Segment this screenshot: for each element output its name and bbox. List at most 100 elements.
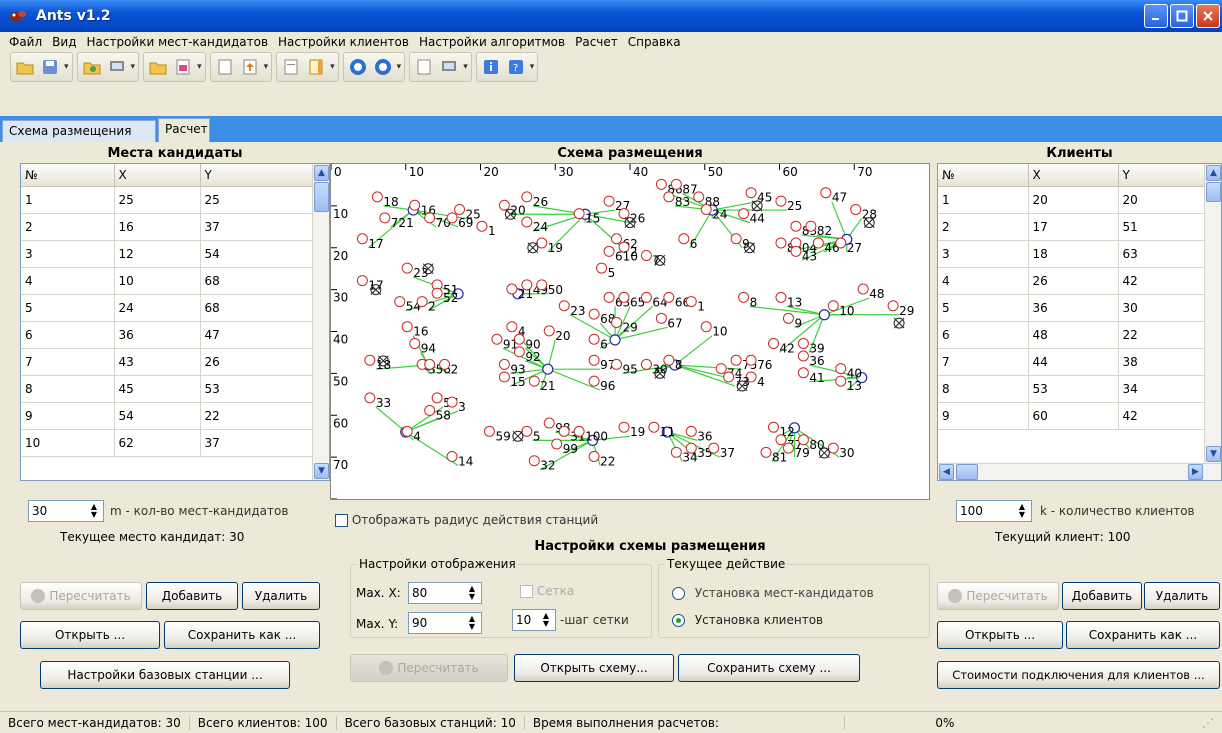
table-cell[interactable]: 47: [200, 321, 314, 349]
table-row[interactable]: 3 18 63: [938, 240, 1206, 268]
base-stations-settings-button[interactable]: Настройки базовых станции ...: [40, 661, 290, 689]
table-cell[interactable]: 54: [200, 240, 314, 268]
table-row[interactable]: 9 60 42: [938, 402, 1206, 430]
info-button[interactable]: [480, 56, 502, 78]
candidates-scrollbar[interactable]: ▲ ▼: [312, 164, 329, 480]
clients-add-button[interactable]: Добавить: [1062, 582, 1142, 610]
table-cell[interactable]: 48: [1028, 321, 1119, 349]
save-button[interactable]: [39, 56, 61, 78]
clients-recalc-button[interactable]: Пересчитать: [937, 582, 1059, 610]
candidates-count-input[interactable]: 30 ▲ ▼: [28, 500, 104, 522]
show-radius-checkbox[interactable]: Отображать радиус действия станций: [335, 513, 598, 527]
clients-vscrollbar[interactable]: ▲ ▼: [1204, 164, 1221, 463]
import-button[interactable]: [214, 56, 236, 78]
column-header-number[interactable]: №: [938, 164, 1029, 187]
table-cell[interactable]: 45: [114, 375, 201, 403]
scheme-plot[interactable]: 0102030405060701020304050607080181625721…: [331, 164, 929, 499]
column-header-x[interactable]: X: [1028, 164, 1119, 187]
dropdown-arrow-icon[interactable]: ▾: [64, 62, 69, 72]
column-header-y[interactable]: Y: [1118, 164, 1206, 187]
table-cell[interactable]: 5: [21, 294, 115, 322]
scroll-thumb[interactable]: [1206, 182, 1221, 202]
candidates-save-as-button[interactable]: Сохранить как ...: [164, 621, 320, 649]
table-cell[interactable]: 38: [1118, 348, 1206, 376]
table-row[interactable]: 4 26 42: [938, 267, 1206, 295]
radio-icon[interactable]: [672, 587, 685, 600]
candidates-grid[interactable]: № X Y 1 25 25 2 16 37 3 12 54 4 10 68 5 24 68 6 36 47 7 43 2…: [20, 163, 330, 481]
table-row[interactable]: 5 36 30: [938, 294, 1206, 322]
table-cell[interactable]: 18: [1028, 240, 1119, 268]
scroll-thumb[interactable]: [314, 182, 329, 212]
table-row[interactable]: 2 16 37: [21, 213, 314, 241]
menu-calculation[interactable]: Расчет: [570, 35, 623, 49]
scroll-thumb[interactable]: [956, 464, 978, 480]
max-y-input[interactable]: 90 ▲ ▼: [408, 612, 482, 634]
column-header-y[interactable]: Y: [200, 164, 314, 187]
resize-grip-icon[interactable]: ⋰: [1194, 716, 1222, 730]
table-cell[interactable]: 9: [21, 402, 115, 430]
placement-scheme-canvas[interactable]: 0102030405060701020304050607080181625721…: [330, 163, 930, 500]
candidates-delete-button[interactable]: Удалить: [242, 582, 320, 610]
table-cell[interactable]: 10: [114, 267, 201, 295]
clients-delete-button[interactable]: Удалить: [1144, 582, 1220, 610]
column-header-x[interactable]: X: [114, 164, 201, 187]
table-cell[interactable]: 5: [938, 294, 1029, 322]
grid-checkbox[interactable]: Сетка: [520, 584, 574, 598]
stop-button[interactable]: [372, 56, 394, 78]
table-cell[interactable]: 54: [114, 402, 201, 430]
table-row[interactable]: 8 53 34: [938, 375, 1206, 403]
table-row[interactable]: 5 24 68: [21, 294, 314, 322]
scroll-up-icon[interactable]: ▲: [314, 165, 329, 181]
report-button[interactable]: [305, 56, 327, 78]
table-cell[interactable]: 20: [1028, 186, 1119, 214]
dropdown-arrow-icon[interactable]: ▾: [131, 62, 136, 72]
clients-grid[interactable]: № X Y 1 20 20 2 17 51 3 18 63 4 26 42 5 36 30 6 48 22 7 44 3…: [937, 163, 1222, 481]
table-cell[interactable]: 17: [1028, 213, 1119, 241]
open-folder-button[interactable]: [14, 56, 36, 78]
candidates-open-button[interactable]: Открыть ...: [20, 621, 160, 649]
table-row[interactable]: 7 43 26: [21, 348, 314, 376]
clients-save-as-button[interactable]: Сохранить как ...: [1066, 621, 1220, 649]
table-cell[interactable]: 22: [1118, 321, 1206, 349]
table-cell[interactable]: 6: [938, 321, 1029, 349]
scroll-down-icon[interactable]: ▼: [314, 463, 329, 479]
table-row[interactable]: 8 45 53: [21, 375, 314, 403]
table-cell[interactable]: 9: [938, 402, 1029, 430]
table-cell[interactable]: 43: [114, 348, 201, 376]
spinner-arrows-icon[interactable]: ▲ ▼: [465, 615, 479, 631]
table-cell[interactable]: 3: [938, 240, 1029, 268]
dropdown-arrow-icon[interactable]: ▾: [197, 62, 202, 72]
dropdown-arrow-icon[interactable]: ▾: [530, 62, 535, 72]
table-cell[interactable]: 8: [938, 375, 1029, 403]
scroll-down-icon[interactable]: ▼: [1206, 446, 1221, 462]
maximize-button[interactable]: [1170, 4, 1194, 28]
doc-button[interactable]: [280, 56, 302, 78]
save-candidates-button[interactable]: [106, 56, 128, 78]
menu-file[interactable]: Файл: [4, 35, 47, 49]
save-clients-button[interactable]: [172, 56, 194, 78]
scheme-recalc-button[interactable]: Пересчитать: [350, 654, 508, 682]
table-row[interactable]: 6 36 47: [21, 321, 314, 349]
table-cell[interactable]: 12: [114, 240, 201, 268]
help-button[interactable]: ?: [505, 56, 527, 78]
table-cell[interactable]: 42: [1118, 402, 1206, 430]
checkbox-icon[interactable]: [335, 514, 348, 527]
new-scheme-button[interactable]: [413, 56, 435, 78]
table-cell[interactable]: 30: [1118, 294, 1206, 322]
open-candidates-button[interactable]: [81, 56, 103, 78]
table-cell[interactable]: 1: [21, 186, 115, 214]
table-cell[interactable]: 24: [114, 294, 201, 322]
table-cell[interactable]: 1: [938, 186, 1029, 214]
table-cell[interactable]: 16: [114, 213, 201, 241]
table-cell[interactable]: 37: [200, 213, 314, 241]
table-cell[interactable]: 68: [200, 267, 314, 295]
candidates-add-button[interactable]: Добавить: [146, 582, 238, 610]
dropdown-arrow-icon[interactable]: ▾: [463, 62, 468, 72]
table-row[interactable]: 10 62 37: [21, 429, 314, 457]
spinner-arrows-icon[interactable]: ▲ ▼: [87, 503, 101, 519]
table-cell[interactable]: 53: [200, 375, 314, 403]
table-row[interactable]: 1 20 20: [938, 186, 1206, 214]
export-button[interactable]: [239, 56, 261, 78]
table-cell[interactable]: 25: [114, 186, 201, 214]
tab-scheme[interactable]: Схема размещения: [2, 120, 156, 142]
